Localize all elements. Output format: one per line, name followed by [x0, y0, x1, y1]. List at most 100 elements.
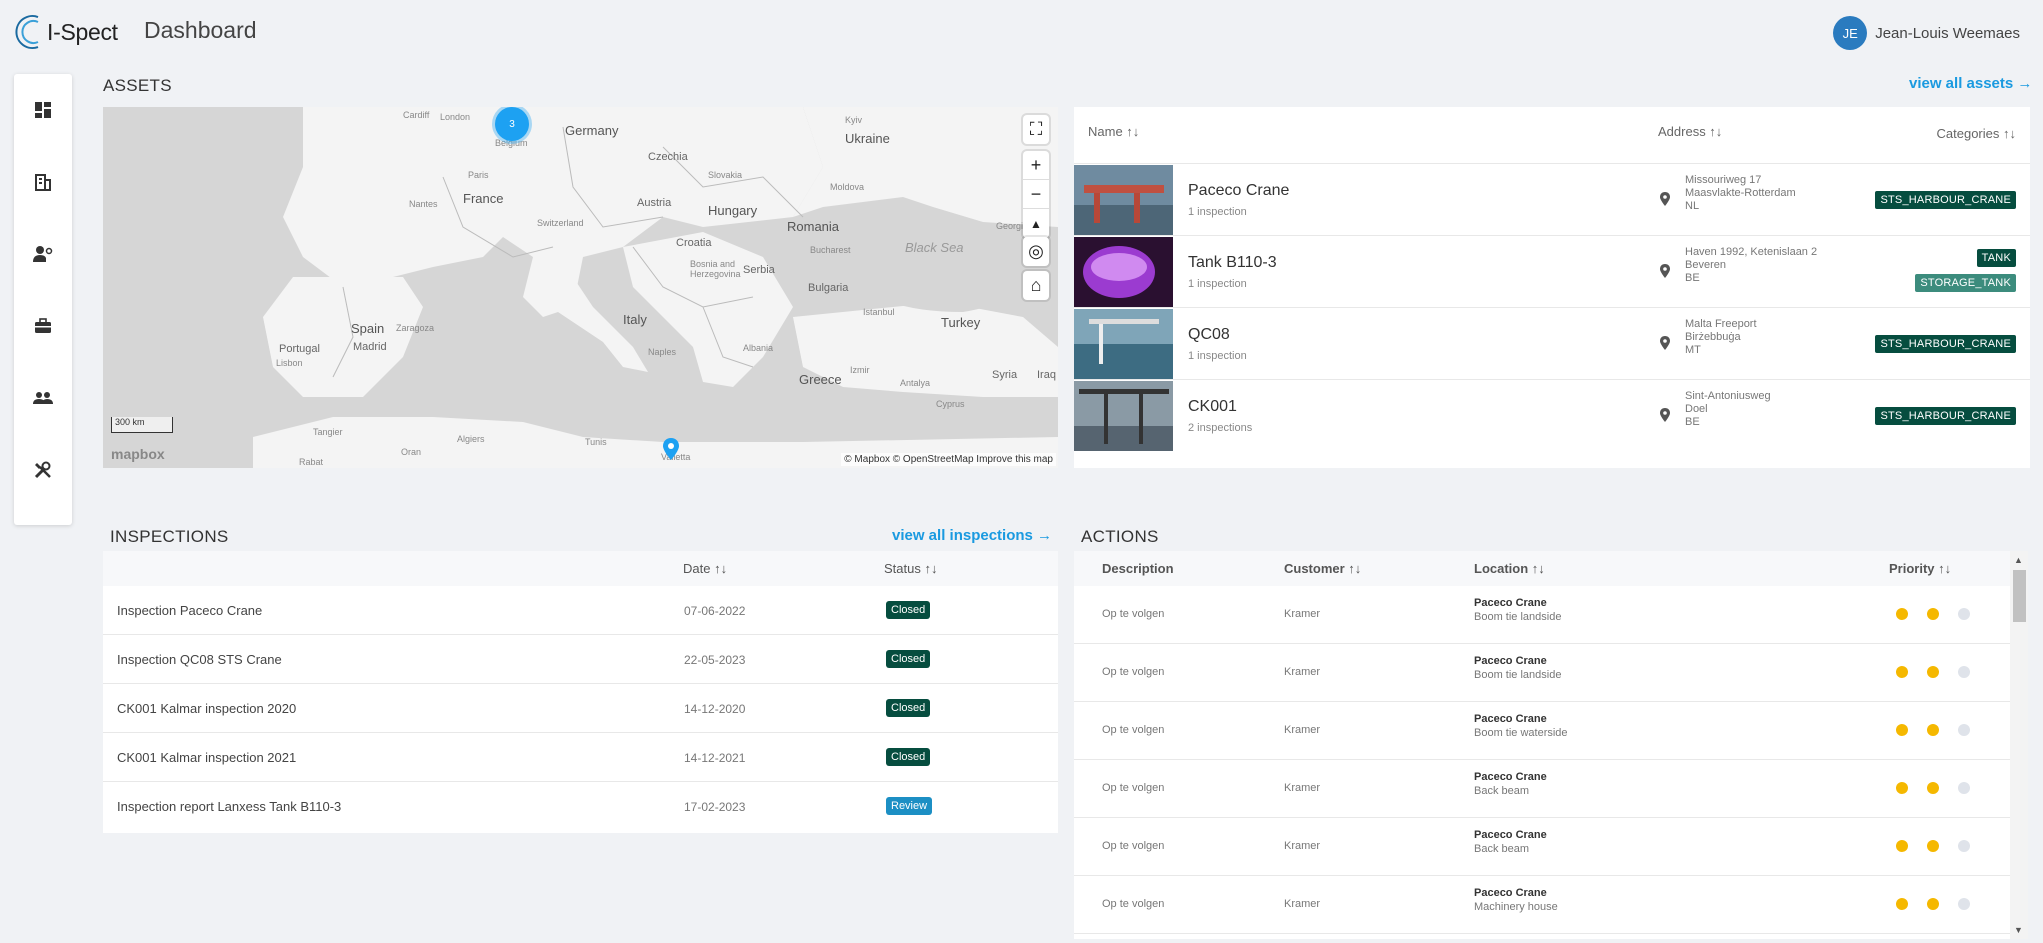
mapbox-logo[interactable]: mapbox	[111, 446, 165, 462]
priority-dot	[1958, 666, 1970, 678]
asset-address: Sint-Antoniusweg Doel BE	[1685, 390, 1771, 428]
column-header-name[interactable]: Name ↑↓	[1088, 124, 1139, 139]
table-row[interactable]: Inspection QC08 STS Crane 22-05-2023 Clo…	[103, 635, 1058, 684]
map-label: Black Sea	[905, 240, 964, 255]
geolocate-control[interactable]: ◎	[1023, 237, 1049, 266]
priority-dot	[1927, 840, 1939, 852]
priority-dot	[1927, 608, 1939, 620]
map-label: London	[440, 112, 471, 122]
inspection-name[interactable]: Inspection report Lanxess Tank B110-3	[117, 799, 341, 814]
table-row[interactable]: Paceco Crane 1 inspection Missouriweg 17…	[1074, 163, 2030, 235]
sidebar	[14, 74, 72, 525]
sidebar-item-dashboard[interactable]	[29, 96, 57, 124]
table-row[interactable]: Op te volgen Kramer Paceco Crane Boom tie w…	[1074, 702, 2010, 760]
assets-map[interactable]: Cardiff London Germany Ukraine Kyiv Belg…	[103, 107, 1058, 468]
app-logo[interactable]: I-Spect	[14, 13, 118, 51]
locate-icon[interactable]: ◎	[1023, 237, 1049, 266]
table-row[interactable]: Op te volgen Kramer Paceco Crane Machinery …	[1074, 876, 2010, 934]
sidebar-item-jobs[interactable]	[29, 312, 57, 340]
priority-dot	[1958, 608, 1970, 620]
sidebar-item-assets[interactable]	[29, 168, 57, 196]
inspection-name[interactable]: Inspection Paceco Crane	[117, 603, 262, 618]
action-description: Op te volgen	[1102, 724, 1165, 736]
users-icon	[33, 392, 53, 404]
fullscreen-icon[interactable]: ⛶	[1023, 115, 1049, 144]
inspection-date: 17-02-2023	[684, 800, 746, 814]
sidebar-item-tools[interactable]	[29, 456, 57, 484]
scroll-up-icon[interactable]: ▲	[2014, 555, 2023, 565]
table-row[interactable]: Tank B110-3 1 inspection Haven 1992, Ket…	[1074, 235, 2030, 307]
status-badge: Closed	[886, 699, 931, 717]
inspection-name[interactable]: CK001 Kalmar inspection 2020	[117, 701, 296, 716]
category-tag: STS_HARBOUR_CRANE	[1875, 191, 2016, 209]
action-description: Op te volgen	[1102, 608, 1165, 620]
category-tag: TANK	[1976, 249, 2016, 267]
column-header-location[interactable]: Location ↑↓	[1474, 561, 1545, 576]
home-icon[interactable]: ⌂	[1023, 271, 1049, 300]
sidebar-item-customers[interactable]	[29, 240, 57, 268]
location-pin-icon	[1660, 192, 1670, 206]
table-row[interactable]: Inspection report Lanxess Tank B110-3 17…	[103, 782, 1058, 831]
asset-name[interactable]: QC08	[1188, 326, 1230, 344]
column-header-customer[interactable]: Customer ↑↓	[1284, 561, 1361, 576]
inspections-table: Date ↑↓ Status ↑↓ Inspection Paceco Cran…	[103, 551, 1058, 833]
column-header-date[interactable]: Date ↑↓	[683, 561, 727, 576]
map-pin-marker-icon[interactable]	[663, 438, 679, 460]
status-badge: Review	[886, 797, 933, 815]
map-label: Rabat	[299, 457, 324, 467]
map-label: Austria	[637, 197, 672, 209]
scrollbar-thumb[interactable]	[2013, 570, 2026, 622]
asset-name[interactable]: Paceco Crane	[1188, 182, 1289, 200]
table-row[interactable]: CK001 Kalmar inspection 2020 14-12-2020 …	[103, 684, 1058, 733]
asset-inspection-count: 1 inspection	[1188, 350, 1247, 362]
map-label: Iraq	[1037, 369, 1056, 381]
scroll-down-icon[interactable]: ▼	[2014, 925, 2023, 935]
user-menu[interactable]: JE Jean-Louis Weemaes	[1833, 16, 2020, 50]
table-row[interactable]: Op te volgen Kramer Paceco Crane Boom tie l…	[1074, 644, 2010, 702]
column-header-address[interactable]: Address ↑↓	[1658, 124, 1722, 139]
column-header-status[interactable]: Status ↑↓	[884, 561, 937, 576]
actions-scrollbar[interactable]: ▲ ▼	[2010, 551, 2028, 939]
actions-section-title: ACTIONS	[1081, 527, 1159, 546]
status-badge: Closed	[886, 748, 931, 766]
map-label: Algiers	[457, 434, 485, 444]
table-row[interactable]: CK001 Kalmar inspection 2021 14-12-2021 …	[103, 733, 1058, 782]
table-row[interactable]: CK001 2 inspections Sint-Antoniusweg Doel…	[1074, 379, 2030, 451]
zoom-out-button[interactable]: −	[1023, 180, 1049, 209]
map-cluster-marker[interactable]: 3	[495, 107, 529, 141]
priority-dot	[1927, 666, 1939, 678]
action-location: Paceco Crane	[1474, 887, 1547, 899]
table-row[interactable]: Op te volgen Kramer Paceco Crane Back beam	[1074, 760, 2010, 818]
table-row[interactable]: Op te volgen Kramer Paceco Crane Boom tie l…	[1074, 586, 2010, 644]
asset-name[interactable]: CK001	[1188, 398, 1237, 416]
column-header-categories[interactable]: Categories ↑↓	[1937, 126, 2016, 141]
column-header-priority[interactable]: Priority ↑↓	[1889, 561, 1951, 576]
priority-dot	[1896, 724, 1908, 736]
home-control[interactable]: ⌂	[1023, 271, 1049, 300]
asset-thumbnail	[1074, 309, 1173, 379]
map-attribution[interactable]: © Mapbox © OpenStreetMap Improve this ma…	[841, 453, 1056, 466]
priority-dot	[1958, 724, 1970, 736]
zoom-in-button[interactable]: +	[1023, 151, 1049, 180]
table-row[interactable]: QC08 1 inspection Malta Freeport Birżebbu…	[1074, 307, 2030, 379]
inspection-name[interactable]: CK001 Kalmar inspection 2021	[117, 750, 296, 765]
category-tag: STS_HARBOUR_CRANE	[1875, 407, 2016, 425]
asset-address: Missouriweg 17 Maasvlakte-Rotterdam NL	[1685, 174, 1796, 212]
inspection-name[interactable]: Inspection QC08 STS Crane	[117, 652, 282, 667]
column-header-description[interactable]: Description	[1102, 561, 1174, 576]
map-label: Oran	[401, 447, 422, 457]
asset-inspection-count: 2 inspections	[1188, 422, 1253, 434]
user-name[interactable]: Jean-Louis Weemaes	[1875, 25, 2020, 42]
asset-name[interactable]: Tank B110-3	[1188, 254, 1277, 272]
action-description: Op te volgen	[1102, 840, 1165, 852]
avatar[interactable]: JE	[1833, 16, 1868, 50]
fullscreen-control[interactable]: ⛶	[1023, 115, 1049, 144]
action-location-detail: Boom tie landside	[1474, 669, 1562, 681]
view-all-inspections-link[interactable]: view all inspections →	[892, 527, 1052, 544]
view-all-assets-link[interactable]: view all assets →	[1909, 75, 2032, 92]
table-row[interactable]: Op te volgen Kramer Paceco Crane Back beam	[1074, 818, 2010, 876]
sidebar-item-users[interactable]	[29, 384, 57, 412]
compass-icon[interactable]: ▲	[1023, 209, 1049, 238]
actions-table: Description Customer ↑↓ Location ↑↓ Prio…	[1074, 551, 2010, 939]
table-row[interactable]: Inspection Paceco Crane 07-06-2022 Close…	[103, 586, 1058, 635]
